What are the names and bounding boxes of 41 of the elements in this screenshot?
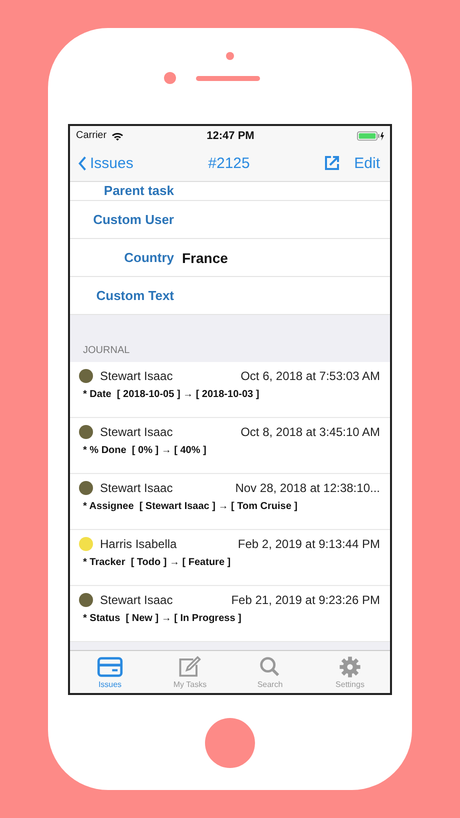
edit-button[interactable]: Edit [354, 154, 380, 172]
change-text: * Assignee [ Stewart Isaac ] → [ Tom Cruise ] [82, 501, 299, 512]
tab-button[interactable]: Search [230, 651, 310, 693]
field-label: Custom User [92, 212, 174, 227]
carrier-label: Carrier [76, 130, 107, 141]
pencil-icon [177, 656, 203, 678]
change-text: * Tracker [ Todo ] → [ Feature ] [82, 557, 232, 568]
camera-dot [164, 72, 176, 84]
change-text: * % Done [ 0% ] → [ 40% ] [82, 445, 208, 456]
entry-time: Oct 8, 2018 at 3:45:10 AM [240, 424, 380, 438]
battery-icon [356, 130, 385, 140]
card-icon [97, 656, 123, 678]
author-name: Stewart Isaac [100, 480, 173, 494]
tab-button[interactable]: Issues [70, 651, 150, 693]
author-name: Stewart Isaac [100, 592, 173, 606]
speaker-dot [226, 52, 234, 60]
status-time: 12:47 PM [206, 130, 254, 142]
entry-time: Oct 6, 2018 at 7:53:03 AM [240, 368, 380, 382]
tab-button[interactable]: Settings [310, 651, 390, 693]
back-button[interactable]: Issues [78, 154, 168, 172]
wifi-icon [110, 130, 124, 140]
nav-title: #2125 [208, 154, 250, 172]
author-name: Stewart Isaac [100, 368, 173, 382]
settings-icon [337, 656, 363, 678]
share-icon[interactable] [324, 155, 340, 171]
chevron-left-icon [78, 154, 87, 172]
home-button[interactable] [205, 718, 255, 768]
change-text: * Date [ 2018-10-05 ] → [ 2018-10-03 ] [82, 389, 260, 400]
entry-time: Nov 28, 2018 at 12:38:10... [235, 480, 380, 494]
field-value: France [182, 250, 228, 266]
field-label: Country [123, 250, 174, 265]
section-header: JOURNAL [83, 345, 130, 356]
author-name: Stewart Isaac [100, 424, 173, 438]
entry-time: Feb 2, 2019 at 9:13:44 PM [238, 536, 380, 550]
change-text: * Status [ New ] → [ In Progress ] [82, 613, 242, 624]
tab-button[interactable]: My Tasks [150, 651, 230, 693]
field-label: Custom Text [95, 288, 174, 303]
speaker-grille [196, 76, 260, 80]
field-label: Parent task [102, 183, 174, 198]
entry-time: Feb 21, 2019 at 9:23:26 PM [231, 592, 380, 606]
author-name: Harris Isabella [100, 536, 177, 550]
